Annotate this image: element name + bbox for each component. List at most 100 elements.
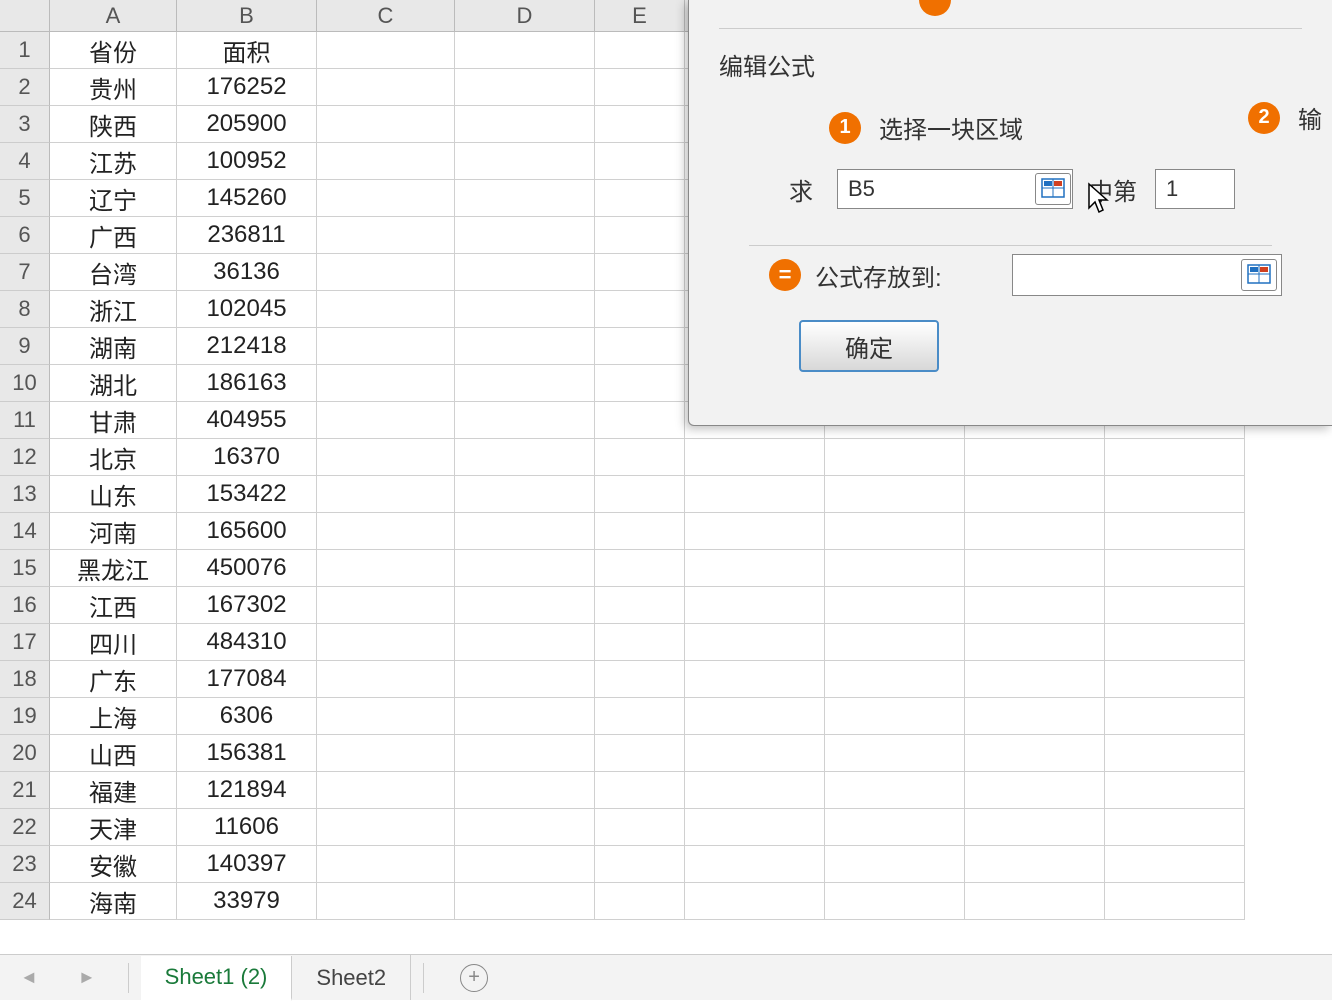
row-header[interactable]: 24 (0, 883, 50, 920)
cell[interactable] (317, 698, 455, 735)
row-header[interactable]: 14 (0, 513, 50, 550)
cell[interactable]: 153422 (177, 476, 317, 513)
cell[interactable] (595, 217, 685, 254)
add-sheet-button[interactable]: + (460, 964, 488, 992)
cell[interactable] (595, 698, 685, 735)
cell[interactable] (455, 624, 595, 661)
cell[interactable]: 陕西 (50, 106, 177, 143)
cell[interactable] (595, 328, 685, 365)
cell[interactable] (825, 846, 965, 883)
row-header[interactable]: 18 (0, 661, 50, 698)
cell[interactable]: 北京 (50, 439, 177, 476)
cell[interactable]: 江苏 (50, 143, 177, 180)
cell[interactable] (825, 550, 965, 587)
cell[interactable]: 浙江 (50, 291, 177, 328)
cell[interactable] (455, 550, 595, 587)
cell[interactable] (825, 439, 965, 476)
cell[interactable] (825, 624, 965, 661)
cell[interactable]: 404955 (177, 402, 317, 439)
cell[interactable] (455, 106, 595, 143)
row-header[interactable]: 7 (0, 254, 50, 291)
cell[interactable]: 167302 (177, 587, 317, 624)
cell[interactable]: 山东 (50, 476, 177, 513)
row-header[interactable]: 9 (0, 328, 50, 365)
cell[interactable]: 天津 (50, 809, 177, 846)
cell[interactable] (595, 402, 685, 439)
cell[interactable] (965, 735, 1105, 772)
store-input[interactable] (1012, 254, 1282, 296)
row-header[interactable]: 8 (0, 291, 50, 328)
cell[interactable] (965, 476, 1105, 513)
cell[interactable]: 156381 (177, 735, 317, 772)
cell[interactable] (685, 661, 825, 698)
cell[interactable] (455, 661, 595, 698)
cell[interactable] (317, 550, 455, 587)
cell[interactable] (317, 143, 455, 180)
column-header-c[interactable]: C (317, 0, 455, 31)
cell[interactable] (595, 439, 685, 476)
cell[interactable] (1105, 624, 1245, 661)
row-header[interactable]: 2 (0, 69, 50, 106)
cell[interactable] (685, 513, 825, 550)
cell[interactable] (317, 587, 455, 624)
cell[interactable] (825, 587, 965, 624)
cell[interactable] (455, 846, 595, 883)
cell[interactable] (825, 883, 965, 920)
cell[interactable] (685, 809, 825, 846)
cell[interactable] (965, 624, 1105, 661)
sheet-tab-2[interactable]: Sheet2 (292, 955, 411, 1000)
cell[interactable] (317, 476, 455, 513)
cell[interactable] (1105, 883, 1245, 920)
cell[interactable] (965, 550, 1105, 587)
cell[interactable] (317, 809, 455, 846)
cell[interactable] (595, 291, 685, 328)
cell[interactable] (1105, 661, 1245, 698)
cell[interactable] (317, 254, 455, 291)
row-header[interactable]: 12 (0, 439, 50, 476)
cell[interactable] (1105, 587, 1245, 624)
cell[interactable] (595, 180, 685, 217)
cell[interactable] (685, 476, 825, 513)
store-picker-button[interactable] (1241, 259, 1277, 291)
row-header[interactable]: 21 (0, 772, 50, 809)
cell[interactable] (965, 883, 1105, 920)
cell[interactable] (825, 698, 965, 735)
row-header[interactable]: 10 (0, 365, 50, 402)
row-header[interactable]: 20 (0, 735, 50, 772)
cell[interactable] (825, 513, 965, 550)
cell[interactable] (317, 402, 455, 439)
cell[interactable]: 140397 (177, 846, 317, 883)
cell[interactable] (1105, 772, 1245, 809)
row-header[interactable]: 23 (0, 846, 50, 883)
column-header-a[interactable]: A (50, 0, 177, 31)
cell[interactable] (455, 587, 595, 624)
cell[interactable] (685, 846, 825, 883)
cell[interactable] (965, 698, 1105, 735)
row-header[interactable]: 15 (0, 550, 50, 587)
cell[interactable] (965, 809, 1105, 846)
cell[interactable] (685, 772, 825, 809)
cell[interactable] (317, 106, 455, 143)
cell[interactable] (685, 550, 825, 587)
cell[interactable] (1105, 735, 1245, 772)
cell[interactable]: 海南 (50, 883, 177, 920)
cell[interactable] (685, 883, 825, 920)
cell[interactable]: 江西 (50, 587, 177, 624)
cell[interactable] (685, 735, 825, 772)
cell[interactable] (685, 587, 825, 624)
cell[interactable] (595, 587, 685, 624)
cell[interactable] (685, 624, 825, 661)
cell[interactable]: 186163 (177, 365, 317, 402)
cell[interactable] (455, 809, 595, 846)
cell[interactable]: 121894 (177, 772, 317, 809)
cell[interactable]: 450076 (177, 550, 317, 587)
cell[interactable] (595, 32, 685, 69)
cell[interactable]: 广东 (50, 661, 177, 698)
cell[interactable] (455, 254, 595, 291)
cell[interactable]: 安徽 (50, 846, 177, 883)
cell[interactable]: 湖北 (50, 365, 177, 402)
cell[interactable]: 甘肃 (50, 402, 177, 439)
cell[interactable] (1105, 846, 1245, 883)
cell[interactable]: 河南 (50, 513, 177, 550)
select-all-corner[interactable] (0, 0, 50, 31)
